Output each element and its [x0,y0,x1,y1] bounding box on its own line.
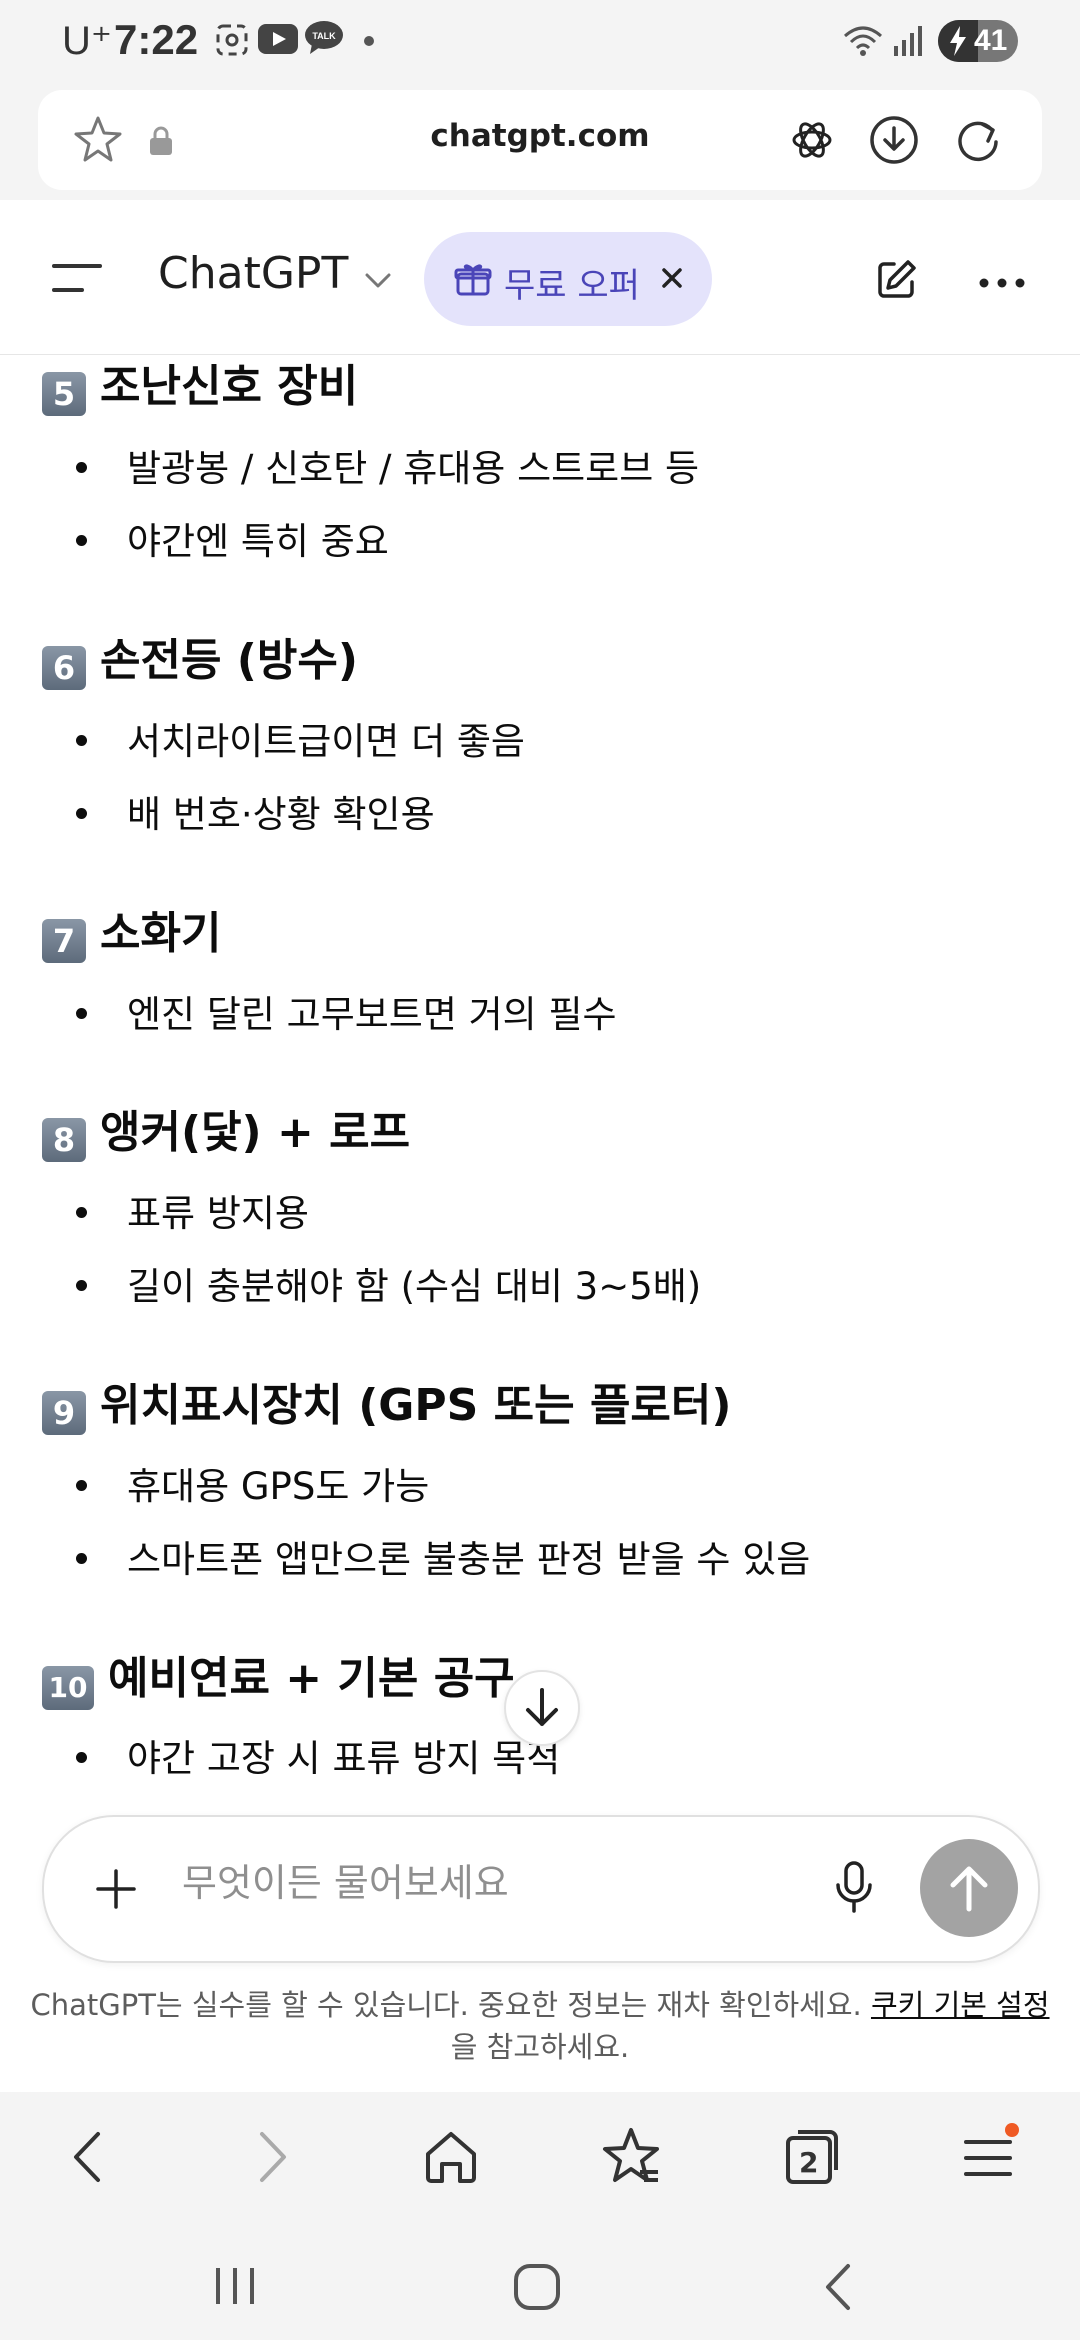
list-item-text: 휴대용 GPS도 가능 [127,1465,430,1508]
list-item-text: 엔진 달린 고무보트면 거의 필수 [127,993,617,1036]
message-input[interactable] [182,1861,742,1905]
list-item: 배 번호·상황 확인용 [76,784,435,838]
youtube-icon [258,24,298,58]
status-time: 7:22 [114,16,199,63]
section-title: 예비연료 + 기본 공구 [108,1653,515,1704]
model-selector[interactable]: ChatGPT [158,248,348,299]
list-item: 휴대용 GPS도 가능 [76,1456,429,1510]
section-title: 손전등 (방수) [100,635,358,686]
list-item-text: 스마트폰 앱만으론 불충분 판정 받을 수 있음 [127,1538,811,1581]
disclaimer-text: ChatGPT는 실수를 할 수 있습니다. 중요한 정보는 재차 확인하세요. [30,1988,862,2022]
battery-indicator: 41 [938,20,1018,62]
number-badge: 6 [42,646,86,690]
section-title: 조난신호 장비 [100,361,359,412]
download-icon[interactable] [868,114,920,170]
list-item-text: 길이 충분해야 함 (수심 대비 3~5배) [127,1265,702,1308]
list-item-text: 발광봉 / 신호탄 / 휴대용 스트로브 등 [127,447,700,490]
carrier-label: U⁺ [62,19,112,63]
browser-toolbar: 2 [0,2092,1080,2222]
more-options-icon[interactable] [978,274,1026,293]
section-heading: 10 예비연료 + 기본 공구 [42,1642,515,1710]
forward-icon[interactable] [236,2122,306,2192]
list-item: 길이 충분해야 함 (수심 대비 3~5배) [76,1256,701,1310]
section-heading: 7 소화기 [42,897,221,963]
chat-header: ChatGPT 무료 오퍼 [0,200,1080,355]
svg-text:TALK: TALK [312,31,336,41]
list-item: 표류 방지용 [76,1183,309,1237]
message-composer [42,1815,1040,1963]
notification-dot-icon [364,36,374,46]
number-badge: 7 [42,919,86,963]
wifi-icon [842,22,884,62]
scroll-to-bottom-button[interactable] [504,1670,580,1746]
offer-label: 무료 오퍼 [504,266,640,306]
section-title: 위치표시장치 (GPS 또는 플로터) [100,1380,732,1431]
list-item-text: 야간엔 특히 중요 [127,520,389,563]
home-icon[interactable] [416,2122,486,2192]
disclaimer: ChatGPT는 실수를 할 수 있습니다. 중요한 정보는 재차 확인하세요.… [0,1984,1080,2068]
new-chat-icon[interactable] [872,256,920,308]
number-badge: 5 [42,372,86,416]
bookmarks-icon[interactable] [596,2122,666,2192]
number-badge: 10 [42,1666,94,1710]
free-offer-button[interactable]: 무료 오퍼 [424,232,712,326]
number-badge: 8 [42,1118,86,1162]
url-field[interactable]: chatgpt.com [38,90,1042,190]
kakaotalk-icon: TALK [304,20,344,60]
list-item-text: 서치라이트급이면 더 좋음 [127,720,525,763]
screenshot-icon [214,22,250,62]
menu-icon[interactable] [956,2122,1026,2192]
list-item: 야간엔 특히 중요 [76,511,389,565]
arrow-up-icon [950,1866,988,1912]
chatgpt-logo-icon[interactable] [790,118,834,166]
browser-address-bar: chatgpt.com [0,82,1080,200]
list-item: 엔진 달린 고무보트면 거의 필수 [76,984,617,1038]
section-title: 앵커(닻) + 로프 [100,1107,411,1158]
list-item: 스마트폰 앱만으론 불충분 판정 받을 수 있음 [76,1529,810,1583]
send-button[interactable] [920,1839,1018,1937]
status-bar: U⁺ 7:22 TALK 41 [0,0,1080,82]
reload-icon[interactable] [952,114,1004,170]
recent-apps-icon[interactable] [210,2264,260,2312]
arrow-down-icon [526,1688,558,1726]
list-item-text: 야간 고장 시 표류 방지 목적 [127,1737,561,1780]
sidebar-menu-icon[interactable] [52,262,102,300]
tab-count: 2 [799,2146,819,2179]
number-badge: 9 [42,1391,86,1435]
section-heading: 6 손전등 (방수) [42,624,358,690]
home-button-icon[interactable] [512,2262,562,2316]
microphone-icon[interactable] [834,1861,874,1919]
gift-icon [454,260,492,302]
charging-bolt-icon [950,26,966,56]
battery-level: 41 [974,24,1008,57]
list-item: 서치라이트급이면 더 좋음 [76,711,525,765]
section-heading: 5 조난신호 장비 [42,350,358,416]
system-back-icon[interactable] [818,2262,858,2316]
list-item-text: 배 번호·상황 확인용 [127,793,435,836]
disclaimer-suffix: 을 참고하세요. [450,2030,630,2064]
back-icon[interactable] [54,2122,124,2192]
system-navigation-bar [0,2222,1080,2340]
chevron-down-icon[interactable] [364,272,392,294]
section-title: 소화기 [100,908,222,959]
tabs-icon[interactable]: 2 [776,2122,846,2192]
list-item: 발광봉 / 신호탄 / 휴대용 스트로브 등 [76,438,699,492]
list-item-text: 표류 방지용 [127,1192,309,1235]
close-offer-icon[interactable] [658,264,686,296]
cookie-settings-link[interactable]: 쿠키 기본 설정 [871,1988,1050,2022]
signal-icon [892,22,926,62]
section-heading: 9 위치표시장치 (GPS 또는 플로터) [42,1369,732,1435]
add-attachment-icon[interactable] [94,1867,138,1915]
section-heading: 8 앵커(닻) + 로프 [42,1096,410,1162]
list-item: 야간 고장 시 표류 방지 목적 [76,1728,560,1782]
